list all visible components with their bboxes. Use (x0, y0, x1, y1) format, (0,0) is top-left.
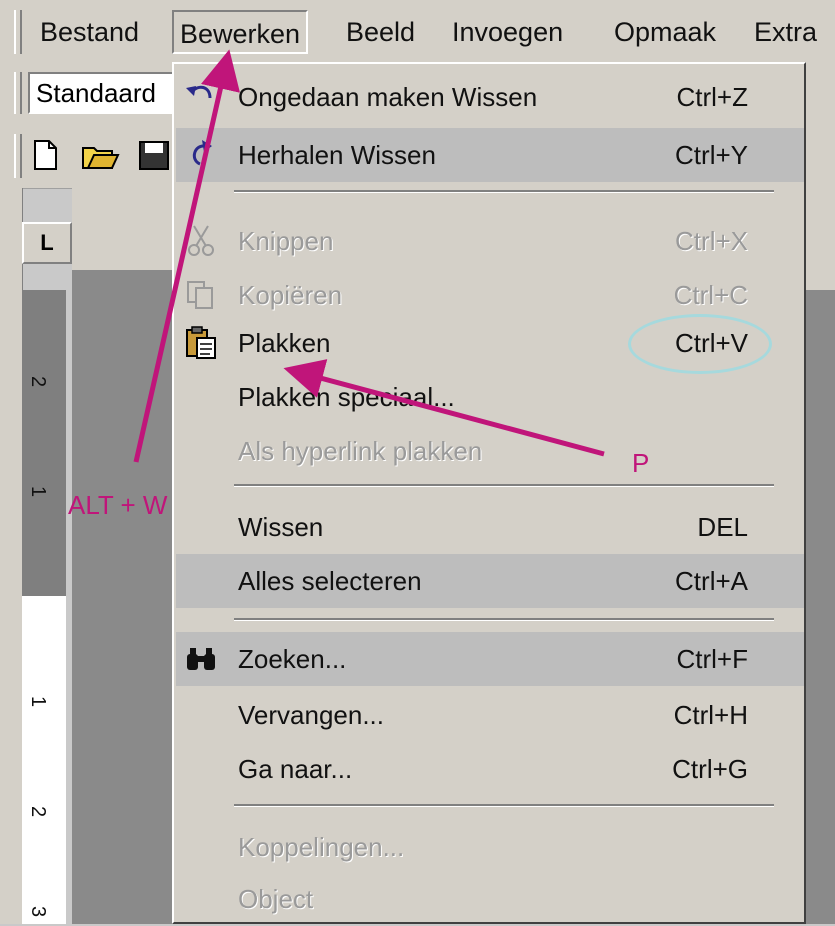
arrow-to-plakken (283, 359, 605, 457)
annotation-alt-w: ALT + W (68, 490, 168, 520)
annotation-arrows (133, 49, 605, 463)
annotation-p: P (632, 448, 650, 478)
arrow-to-bewerken (133, 49, 240, 463)
